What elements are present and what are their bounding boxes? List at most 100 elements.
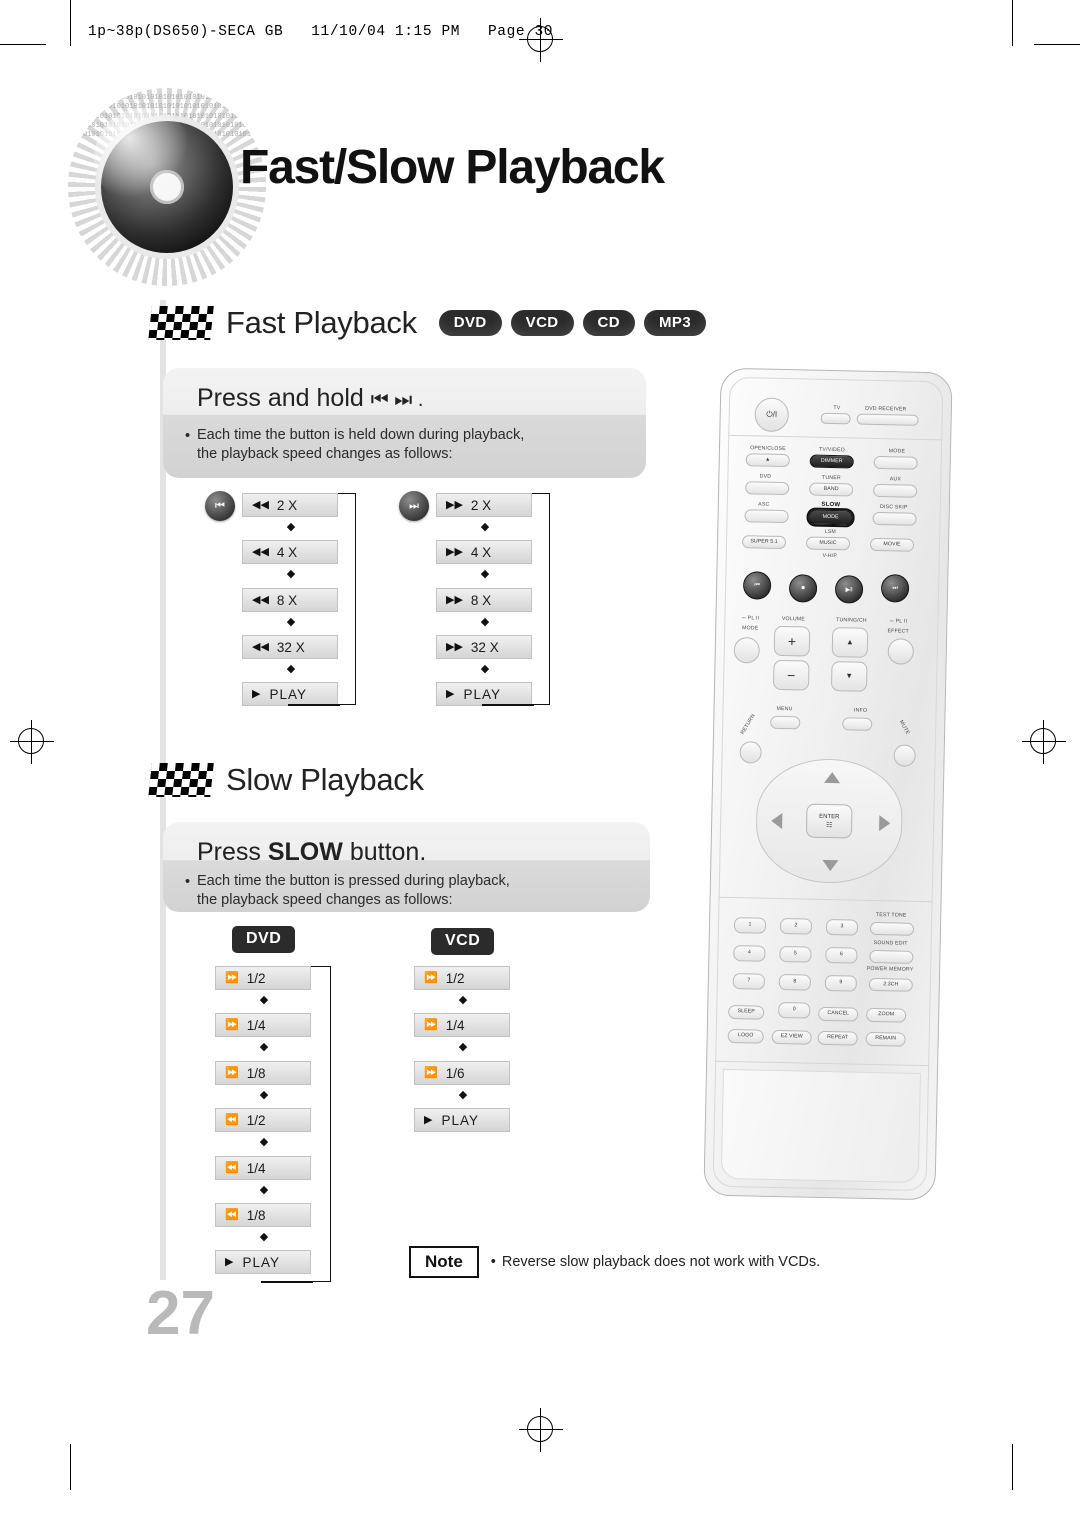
remote-key-sleep[interactable]: SLEEP	[728, 1004, 765, 1020]
remote-key-tuning-up[interactable]: ▴	[831, 627, 869, 658]
remote-key-9[interactable]: 9	[824, 974, 857, 992]
remote-key-tuning-down[interactable]: ▾	[830, 661, 868, 692]
remote-key-tuner[interactable]: BAND	[809, 482, 854, 497]
remote-key-2[interactable]: 2	[779, 918, 813, 935]
remote-key-7[interactable]: 7	[732, 973, 766, 990]
flow-arrow: ◆	[259, 1089, 269, 1101]
num-5: 5	[793, 950, 798, 957]
dpad-down-icon[interactable]	[822, 859, 839, 872]
remote-key-asc[interactable]	[744, 509, 789, 524]
instruction-title-fast: Press and hold ⏮ ⏭ .	[197, 384, 423, 413]
remote-label-menu: MENU	[776, 705, 793, 713]
remote-key-zoom[interactable]: ZOOM	[866, 1007, 907, 1023]
slow-dvd-step-4: ⏪ 1/2	[215, 1108, 311, 1132]
remote-key-3[interactable]: 3	[825, 918, 859, 936]
disc-badges-fast: DVD VCD CD MP3	[438, 310, 707, 336]
slow-forward-icon: ⏩	[424, 1018, 438, 1031]
bullet-line-2: the playback speed changes as follows:	[197, 892, 453, 908]
remote-key-tv-video[interactable]: DIMMER	[809, 454, 854, 469]
badge-vcd: VCD	[510, 310, 574, 336]
flow-arrow: ◆	[259, 994, 269, 1006]
remote-key-test-tone[interactable]	[869, 921, 915, 936]
remote-key-6[interactable]: 6	[825, 946, 858, 964]
remote-key-receiver-toggle[interactable]	[856, 413, 919, 426]
rev-arrow-icon: ◀◀	[252, 545, 269, 558]
dpad-up-icon[interactable]	[824, 771, 841, 784]
fast-fwd-step-2: ▶▶ 4 X	[436, 540, 532, 564]
slow-reverse-icon: ⏪	[225, 1161, 239, 1174]
note-label: Note	[409, 1246, 479, 1278]
remote-key-logo[interactable]: LOGO	[727, 1028, 764, 1044]
instruction-panel-fast: Press and hold ⏮ ⏭ . • Each time the but…	[163, 368, 646, 478]
fast-rev-loop-return	[288, 704, 340, 706]
fast-rev-step-1-label: 2 X	[276, 497, 298, 513]
cancel-label: CANCEL	[827, 1010, 850, 1017]
fast-fwd-step-3-label: 8 X	[470, 592, 492, 608]
fast-fwd-loop-line	[532, 493, 550, 705]
section-title-slow: Slow Playback	[226, 762, 424, 797]
remote-label-tv: TV	[833, 405, 841, 412]
slow-dvd-step-4-label: 1/2	[246, 1112, 266, 1128]
remote-key-aux[interactable]	[873, 483, 918, 498]
instruction-panel-slow: Press SLOW button. • Each time the butto…	[163, 822, 650, 912]
fast-rev-step-3-label: 8 X	[276, 592, 298, 608]
remote-key-cancel[interactable]: CANCEL	[818, 1006, 859, 1022]
crop-mark-top-left	[70, 0, 71, 46]
dpad-right-icon[interactable]	[879, 815, 891, 832]
remote-key-disc-skip[interactable]	[872, 511, 917, 526]
remote-key-enter[interactable]: ENTER ☷	[805, 803, 853, 839]
remote-key-mode[interactable]	[873, 455, 918, 470]
remote-key-open-close[interactable]: ▲	[745, 453, 790, 468]
remote-key-5[interactable]: 5	[779, 946, 812, 963]
num-0: 0	[792, 1006, 796, 1013]
slow-dvd-tag: DVD	[232, 926, 296, 953]
play-arrow-icon: ▶	[225, 1255, 235, 1268]
slow-vcd-play-step: ▶ PLAY	[414, 1108, 510, 1132]
remote-label-dpl-mode: ⎓ PL II	[741, 615, 760, 622]
fast-rev-step-1: ◀◀ 2 X	[242, 493, 338, 517]
fast-fwd-step-4-label: 32 X	[470, 639, 499, 655]
slow-vcd-step-2-label: 1/4	[445, 1017, 465, 1033]
remote-key-power-memory[interactable]: 2:3CH	[868, 977, 913, 992]
remote-key-4[interactable]: 4	[733, 945, 766, 962]
remote-key-volume-up[interactable]: +	[773, 625, 811, 657]
slow-dvd-step-6: ⏪ 1/8	[215, 1203, 311, 1227]
remote-dpad[interactable]: ENTER ☷	[754, 757, 904, 885]
fast-fwd-step-3: ▶▶ 8 X	[436, 588, 532, 612]
page-number: 27	[146, 1279, 215, 1348]
remote-label-volume: VOLUME	[781, 615, 806, 623]
fast-fwd-play-label: PLAY	[463, 686, 501, 702]
dpad-left-icon[interactable]	[771, 812, 783, 830]
remote-key-super51[interactable]: SUPER 5.1	[741, 535, 787, 550]
slow-dvd-step-1: ⏩ 1/2	[215, 966, 311, 990]
num-9: 9	[839, 979, 843, 986]
remote-key-info[interactable]	[842, 717, 873, 731]
slow-dvd-step-1-label: 1/2	[246, 970, 266, 986]
prev-icon: ⏮	[754, 581, 760, 589]
fast-fwd-loop-return	[482, 704, 534, 706]
crop-mark-left-top	[0, 44, 46, 45]
num-8: 8	[793, 978, 797, 985]
remote-key-remain[interactable]: REMAIN	[865, 1031, 906, 1047]
section-title-fast: Fast Playback	[226, 305, 417, 340]
remote-key-volume-down[interactable]: −	[772, 659, 810, 691]
remote-key-tv-toggle[interactable]	[820, 412, 851, 425]
remote-key-slow[interactable]: MODE	[808, 509, 853, 526]
fast-rev-step-2: ◀◀ 4 X	[242, 540, 338, 564]
remote-key-music[interactable]: MUSIC	[805, 536, 851, 551]
slow-dvd-play-label: PLAY	[242, 1254, 280, 1270]
remote-key-8[interactable]: 8	[778, 974, 812, 991]
rev-arrow-icon: ◀◀	[252, 640, 269, 653]
flow-arrow: ◆	[480, 568, 490, 580]
remote-key-0[interactable]: 0	[778, 1002, 811, 1019]
remote-key-ez-view[interactable]: EZ VIEW	[771, 1029, 812, 1045]
remote-key-menu[interactable]	[770, 715, 801, 730]
fast-fwd-play-step: ▶ PLAY	[436, 682, 532, 706]
remote-key-dvd[interactable]	[745, 481, 790, 496]
remote-key-movie[interactable]: MOVIE	[869, 537, 915, 552]
remote-key-sound-edit[interactable]	[869, 949, 914, 964]
next-icon: ⏭	[892, 584, 898, 591]
slow-vcd-step-3: ⏩ 1/6	[414, 1061, 510, 1085]
remote-key-1[interactable]: 1	[733, 917, 767, 934]
remote-key-repeat[interactable]: REPEAT	[817, 1030, 858, 1046]
